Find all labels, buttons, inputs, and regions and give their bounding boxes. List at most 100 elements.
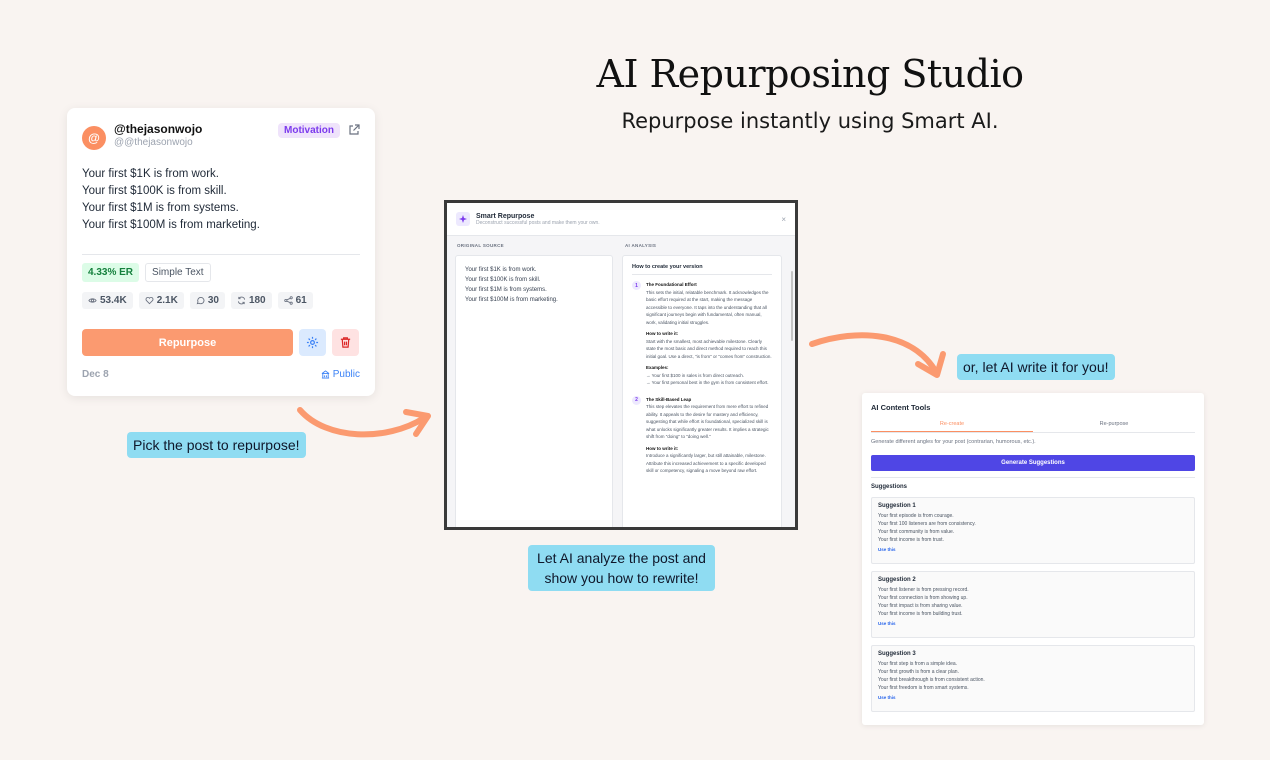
suggestion-card: Suggestion 2 Your first listener is from… (871, 571, 1195, 638)
tools-tabs: Re-create Re-purpose (871, 421, 1195, 433)
external-link-icon[interactable] (348, 124, 360, 136)
likes-stat: 2.1K (138, 292, 184, 309)
shares-count: 61 (295, 295, 307, 306)
analysis-step: 2 The Skill-Based Leap This step elevate… (632, 395, 772, 479)
source-line: Your first $100K is from skill. (465, 277, 541, 283)
comment-icon (196, 297, 205, 305)
suggestion-line: Your first community is from value. (878, 529, 955, 535)
how-title: How to write it: (646, 331, 679, 336)
sparkle-icon (456, 212, 470, 226)
views-count: 53.4K (100, 295, 127, 306)
how-text: Introduce a significantly larger, but st… (646, 453, 766, 473)
modal-title: Smart Repurpose (476, 212, 535, 220)
use-this-link[interactable]: Use this (878, 621, 1188, 626)
step-content: The Foundational Effort This sets the in… (646, 281, 772, 391)
heart-icon (145, 297, 154, 305)
divider (82, 254, 360, 255)
modal-body: ORIGINAL SOURCE AI ANALYSIS Your first $… (447, 236, 795, 527)
building-icon (321, 370, 330, 379)
post-body: Your first $1K is from work. Your first … (82, 166, 360, 234)
pick-callout: Pick the post to repurpose! (127, 432, 306, 458)
views-stat: 53.4K (82, 292, 133, 309)
analyze-callout-line: Let AI analyze the post and (537, 550, 706, 566)
step-title: The Foundational Effort (646, 282, 697, 287)
post-date: Dec 8 (82, 369, 109, 380)
divider (871, 477, 1195, 478)
visibility-indicator[interactable]: Public (321, 369, 360, 380)
use-this-link[interactable]: Use this (878, 695, 1188, 700)
use-this-link[interactable]: Use this (878, 547, 1188, 552)
tab-recreate[interactable]: Re-create (871, 421, 1033, 432)
step-content: The Skill-Based Leap This step elevates … (646, 396, 772, 479)
close-icon[interactable]: × (781, 215, 786, 224)
ai-analysis-panel: How to create your version 1 The Foundat… (622, 255, 782, 527)
suggestion-card: Suggestion 1 Your first episode is from … (871, 497, 1195, 564)
modal-header: Smart Repurpose Deconstruct successful p… (447, 203, 795, 236)
post-header: @ @thejasonwojo @@thejasonwojo Motivatio… (82, 122, 360, 150)
engagement-rate-badge: 4.33% ER (82, 263, 140, 282)
original-source-panel: Your first $1K is from work. Your first … (455, 255, 613, 527)
analysis-title: How to create your version (632, 264, 772, 275)
post-line: Your first $1K is from work. (82, 168, 219, 180)
suggestion-card: Suggestion 3 Your first step is from a s… (871, 645, 1195, 712)
suggestion-line: Your first listener is from pressing rec… (878, 587, 969, 593)
tab-repurpose[interactable]: Re-purpose (1033, 421, 1195, 432)
example-line: → Your first personal best in the gym is… (646, 380, 769, 385)
reposts-stat: 180 (230, 292, 272, 309)
step-number: 2 (632, 395, 641, 405)
modal-titles: Smart Repurpose Deconstruct successful p… (476, 213, 781, 226)
comments-stat: 30 (189, 292, 225, 309)
author-block: @thejasonwojo @@thejasonwojo (114, 122, 278, 148)
delete-button[interactable] (332, 329, 359, 356)
source-line: Your first $1K is from work. (465, 267, 537, 273)
suggestion-title: Suggestion 3 (878, 651, 916, 657)
source-line: Your first $100M is from marketing. (465, 297, 558, 303)
example-line: → Your first $100 in sales is from direc… (646, 372, 745, 378)
comments-count: 30 (207, 295, 219, 306)
modal-subtitle: Deconstruct successful posts and make th… (476, 219, 600, 226)
suggestion-line: Your first breakthrough is from consiste… (878, 677, 985, 683)
shares-stat: 61 (277, 292, 313, 309)
suggestion-line: Your first income is from building trust… (878, 611, 963, 617)
how-title: How to write it: (646, 445, 679, 451)
post-line: Your first $100M is from marketing. (82, 219, 260, 231)
scrollbar[interactable] (791, 271, 793, 341)
suggestion-line: Your first 100 listeners are from consis… (878, 521, 976, 527)
post-footer: Dec 8 Public (82, 369, 360, 380)
page-title: AI Repurposing Studio (596, 52, 1024, 96)
author-handle: @@thejasonwojo (114, 137, 193, 148)
post-actions: Repurpose (82, 329, 359, 356)
source-label: ORIGINAL SOURCE (457, 243, 504, 248)
analysis-label: AI ANALYSIS (625, 243, 657, 248)
gear-icon (306, 336, 319, 349)
post-line: Your first $100K is from skill. (82, 185, 227, 197)
settings-button[interactable] (299, 329, 326, 356)
examples-title: Examples: (646, 365, 669, 370)
suggestion-line: Your first freedom is from smart systems… (878, 685, 969, 691)
step-number: 1 (632, 281, 641, 290)
eye-icon (88, 298, 97, 303)
suggestion-line: Your first impact is from sharing value. (878, 603, 963, 609)
write-callout: or, let AI write it for you! (957, 354, 1115, 380)
suggestion-line: Your first step is from a simple idea. (878, 661, 958, 667)
avatar: @ (82, 126, 106, 150)
arrow-to-tools (809, 332, 946, 378)
arrow-to-modal (297, 407, 431, 438)
step-title: The Skill-Based Leap (646, 396, 692, 402)
tools-description: Generate different angles for your post … (871, 439, 1036, 445)
suggestion-line: Your first income is from trust. (878, 537, 944, 543)
smart-repurpose-screenshot: Smart Repurpose Deconstruct successful p… (444, 200, 798, 530)
trash-icon (340, 337, 351, 348)
suggestions-heading: Suggestions (871, 484, 908, 490)
likes-count: 2.1K (156, 295, 178, 306)
page-subtitle: Repurpose instantly using Smart AI. (621, 109, 999, 133)
repost-icon (237, 296, 246, 305)
category-tag: Motivation (278, 123, 340, 138)
repurpose-button[interactable]: Repurpose (82, 329, 293, 356)
analyze-callout-line: show you how to rewrite! (544, 570, 699, 586)
generate-suggestions-button[interactable]: Generate Suggestions (871, 455, 1195, 471)
tools-title: AI Content Tools (871, 403, 931, 412)
share-icon (283, 296, 293, 305)
suggestion-line: Your first connection is from showing up… (878, 595, 968, 601)
suggestion-line: Your first episode is from courage. (878, 513, 954, 519)
